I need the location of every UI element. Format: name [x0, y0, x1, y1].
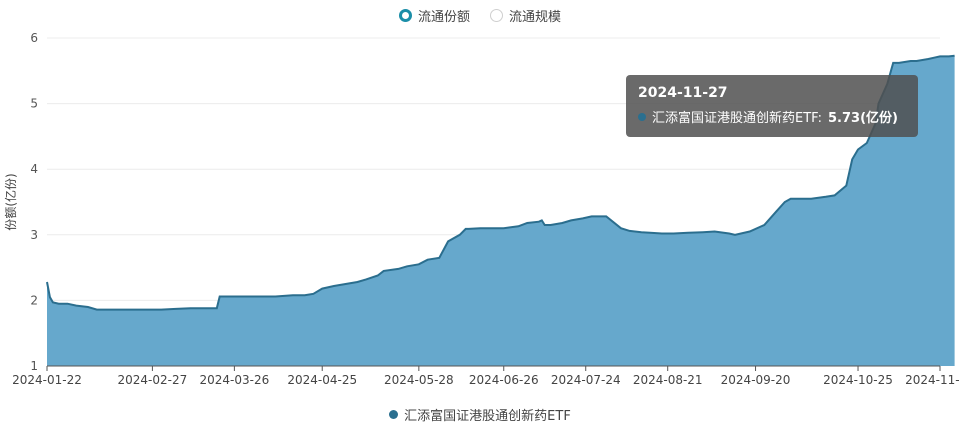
x-tick-label: 2024-09-20 — [721, 373, 791, 387]
tooltip-row: 汇添富国证港股通创新药ETF: 5.73(亿份) — [638, 107, 906, 126]
x-tick-label: 2024-05-28 — [384, 373, 454, 387]
x-tick-label: 2024-11-22 — [905, 373, 960, 387]
y-tick-label: 3 — [30, 228, 38, 242]
y-tick-label: 1 — [30, 359, 38, 373]
x-tick-label: 2024-06-26 — [469, 373, 539, 387]
share-area-chart[interactable]: 1 2 3 4 5 6 份额(亿份) 2024-01-22 2024-02-27 2024-03-… — [0, 0, 960, 431]
x-tick-label: 2024-01-22 — [12, 373, 82, 387]
x-tick-label: 2024-08-21 — [633, 373, 703, 387]
chart-legend[interactable]: 汇添富国证港股通创新药ETF — [0, 405, 960, 424]
y-axis-label: 份额(亿份) — [3, 173, 18, 230]
x-tick-label: 2024-07-24 — [551, 373, 621, 387]
chart-tooltip: 2024-11-27 汇添富国证港股通创新药ETF: 5.73(亿份) — [626, 75, 918, 137]
y-tick-label: 5 — [30, 97, 38, 111]
x-tick-label: 2024-04-25 — [287, 373, 357, 387]
x-tick-label: 2024-10-25 — [823, 373, 893, 387]
legend-marker-icon — [389, 410, 399, 419]
x-tick-label: 2024-02-27 — [118, 373, 188, 387]
legend-label: 汇添富国证港股通创新药ETF — [404, 409, 571, 424]
x-tick-label: 2024-03-26 — [200, 373, 270, 387]
tooltip-value: 5.73(亿份) — [828, 111, 898, 126]
tooltip-series-name: 汇添富国证港股通创新药ETF: — [652, 111, 823, 126]
y-tick-label: 4 — [30, 162, 38, 176]
series-marker-icon — [638, 112, 646, 121]
y-tick-label: 6 — [30, 31, 38, 45]
y-tick-label: 2 — [30, 293, 38, 307]
tooltip-date: 2024-11-27 — [638, 85, 728, 101]
